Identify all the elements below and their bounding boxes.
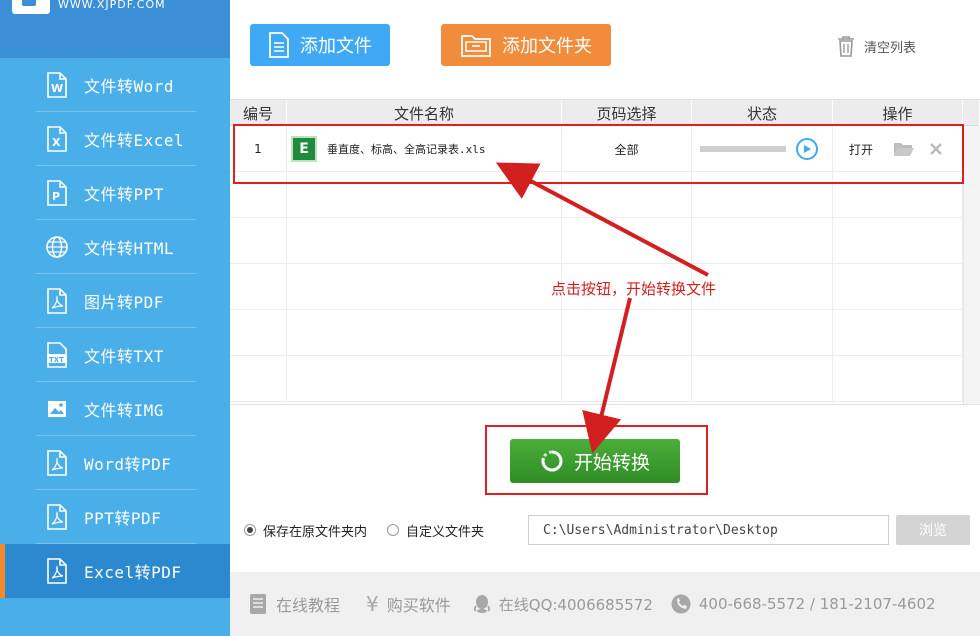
logo-icon xyxy=(12,0,50,14)
add-folder-button[interactable]: 添加文件夹 xyxy=(441,24,611,66)
table-row-empty xyxy=(230,218,963,264)
sidebar-item-image-to-pdf[interactable]: 图片转PDF xyxy=(0,274,230,328)
phone-icon xyxy=(671,594,691,614)
pdf-doc-icon xyxy=(44,558,70,584)
output-path-field[interactable]: C:\Users\Administrator\Desktop xyxy=(528,515,889,545)
clear-list-label: 清空列表 xyxy=(864,40,917,56)
radio-save-original[interactable] xyxy=(244,524,256,536)
globe-icon xyxy=(44,234,70,260)
header-actions: 操作 xyxy=(833,100,963,126)
sidebar-item-file-to-img[interactable]: 文件转IMG xyxy=(0,382,230,436)
logo-area: WWW.XJPDF.COM xyxy=(0,0,230,58)
sidebar-item-label: 文件转TXT xyxy=(84,347,164,366)
save-original-label: 保存在原文件夹内 xyxy=(263,524,368,540)
save-options: 保存在原文件夹内 自定义文件夹 C:\Users\Administrator\D… xyxy=(244,515,974,545)
sidebar-item-label: 文件转PPT xyxy=(84,185,164,204)
sidebar-item-label: Excel转PDF xyxy=(84,563,182,582)
sidebar-item-label: 文件转Excel xyxy=(84,131,185,150)
word-doc-icon: W xyxy=(44,72,70,98)
browse-button[interactable]: 浏览 xyxy=(896,515,970,545)
sidebar-item-file-to-html[interactable]: 文件转HTML xyxy=(0,220,230,274)
clear-list-button[interactable]: 清空列表 xyxy=(836,35,916,57)
excel-doc-icon: X xyxy=(44,126,70,152)
sidebar-item-word-to-pdf[interactable]: Word转PDF xyxy=(0,436,230,490)
header-spacer xyxy=(963,100,980,126)
pdf-doc-icon xyxy=(44,504,70,530)
sidebar-item-file-to-txt[interactable]: TXT 文件转TXT xyxy=(0,328,230,382)
sidebar-item-label: 图片转PDF xyxy=(84,293,164,312)
save-custom-label: 自定义文件夹 xyxy=(406,524,485,540)
trash-icon xyxy=(838,36,854,57)
book-icon xyxy=(250,594,266,614)
folder-icon xyxy=(461,35,491,57)
sidebar-item-label: Word转PDF xyxy=(84,455,172,474)
sidebar-item-label: PPT转PDF xyxy=(84,509,162,528)
txt-doc-icon: TXT xyxy=(44,342,70,368)
footer-qq[interactable]: 在线QQ:4006685572 xyxy=(473,594,653,615)
yen-icon: ¥ xyxy=(366,592,379,616)
sidebar-item-file-to-excel[interactable]: X 文件转Excel xyxy=(0,112,230,166)
highlight-box-file-row xyxy=(233,124,964,184)
toolbar: 添加文件 添加文件夹 清空列表 xyxy=(230,0,980,100)
sidebar-item-ppt-to-pdf[interactable]: PPT转PDF xyxy=(0,490,230,544)
table-row-empty xyxy=(230,310,963,356)
add-file-label: 添加文件 xyxy=(300,36,372,57)
sidebar-item-label: 文件转Word xyxy=(84,77,175,96)
sidebar-item-file-to-word[interactable]: W 文件转Word xyxy=(0,58,230,112)
image-icon xyxy=(44,396,70,422)
header-filename: 文件名称 xyxy=(287,100,562,126)
table-header: 编号 文件名称 页码选择 状态 操作 xyxy=(230,100,980,126)
svg-text:X: X xyxy=(52,136,61,149)
sidebar-item-label: 文件转IMG xyxy=(84,401,164,420)
annotation-text: 点击按钮，开始转换文件 xyxy=(551,280,717,298)
logo-url: WWW.XJPDF.COM xyxy=(58,0,166,11)
pdf-doc-icon xyxy=(44,450,70,476)
sidebar-item-label: 文件转HTML xyxy=(84,239,175,258)
table-row-empty xyxy=(230,356,963,402)
document-icon xyxy=(269,32,289,58)
footer-phone: 400-668-5572 / 181-2107-4602 xyxy=(671,594,936,614)
svg-text:W: W xyxy=(51,82,63,95)
highlight-box-start-button xyxy=(485,425,708,495)
pdf-doc-icon xyxy=(44,288,70,314)
qq-icon xyxy=(473,595,490,613)
add-file-button[interactable]: 添加文件 xyxy=(250,24,390,66)
table-scrollbar[interactable] xyxy=(963,126,980,404)
sidebar-item-file-to-ppt[interactable]: P 文件转PPT xyxy=(0,166,230,220)
footer-qq-label: 在线QQ:4006685572 xyxy=(498,595,653,614)
sidebar-nav: W 文件转Word X 文件转Excel P 文件转PPT 文件转HTML 图片… xyxy=(0,58,230,598)
header-status: 状态 xyxy=(692,100,833,126)
header-pages: 页码选择 xyxy=(562,100,692,126)
footer-buy-label: 购买软件 xyxy=(386,596,451,615)
svg-text:TXT: TXT xyxy=(49,356,64,364)
sidebar-item-excel-to-pdf[interactable]: Excel转PDF xyxy=(0,544,230,598)
header-no: 编号 xyxy=(230,100,287,126)
add-folder-label: 添加文件夹 xyxy=(502,36,592,57)
radio-save-custom[interactable] xyxy=(387,524,400,536)
svg-text:P: P xyxy=(52,190,60,203)
footer-buy[interactable]: ¥ 购买软件 xyxy=(366,592,451,616)
footer-tutorial-label: 在线教程 xyxy=(276,596,341,615)
footer-tutorial[interactable]: 在线教程 xyxy=(248,592,340,616)
footer-phone-label: 400-668-5572 / 181-2107-4602 xyxy=(698,595,936,613)
ppt-doc-icon: P xyxy=(44,180,70,206)
footer: 在线教程 ¥ 购买软件 在线QQ:4006685572 400-668-5572… xyxy=(230,572,980,636)
sidebar: WWW.XJPDF.COM W 文件转Word X 文件转Excel P 文件转… xyxy=(0,0,230,636)
